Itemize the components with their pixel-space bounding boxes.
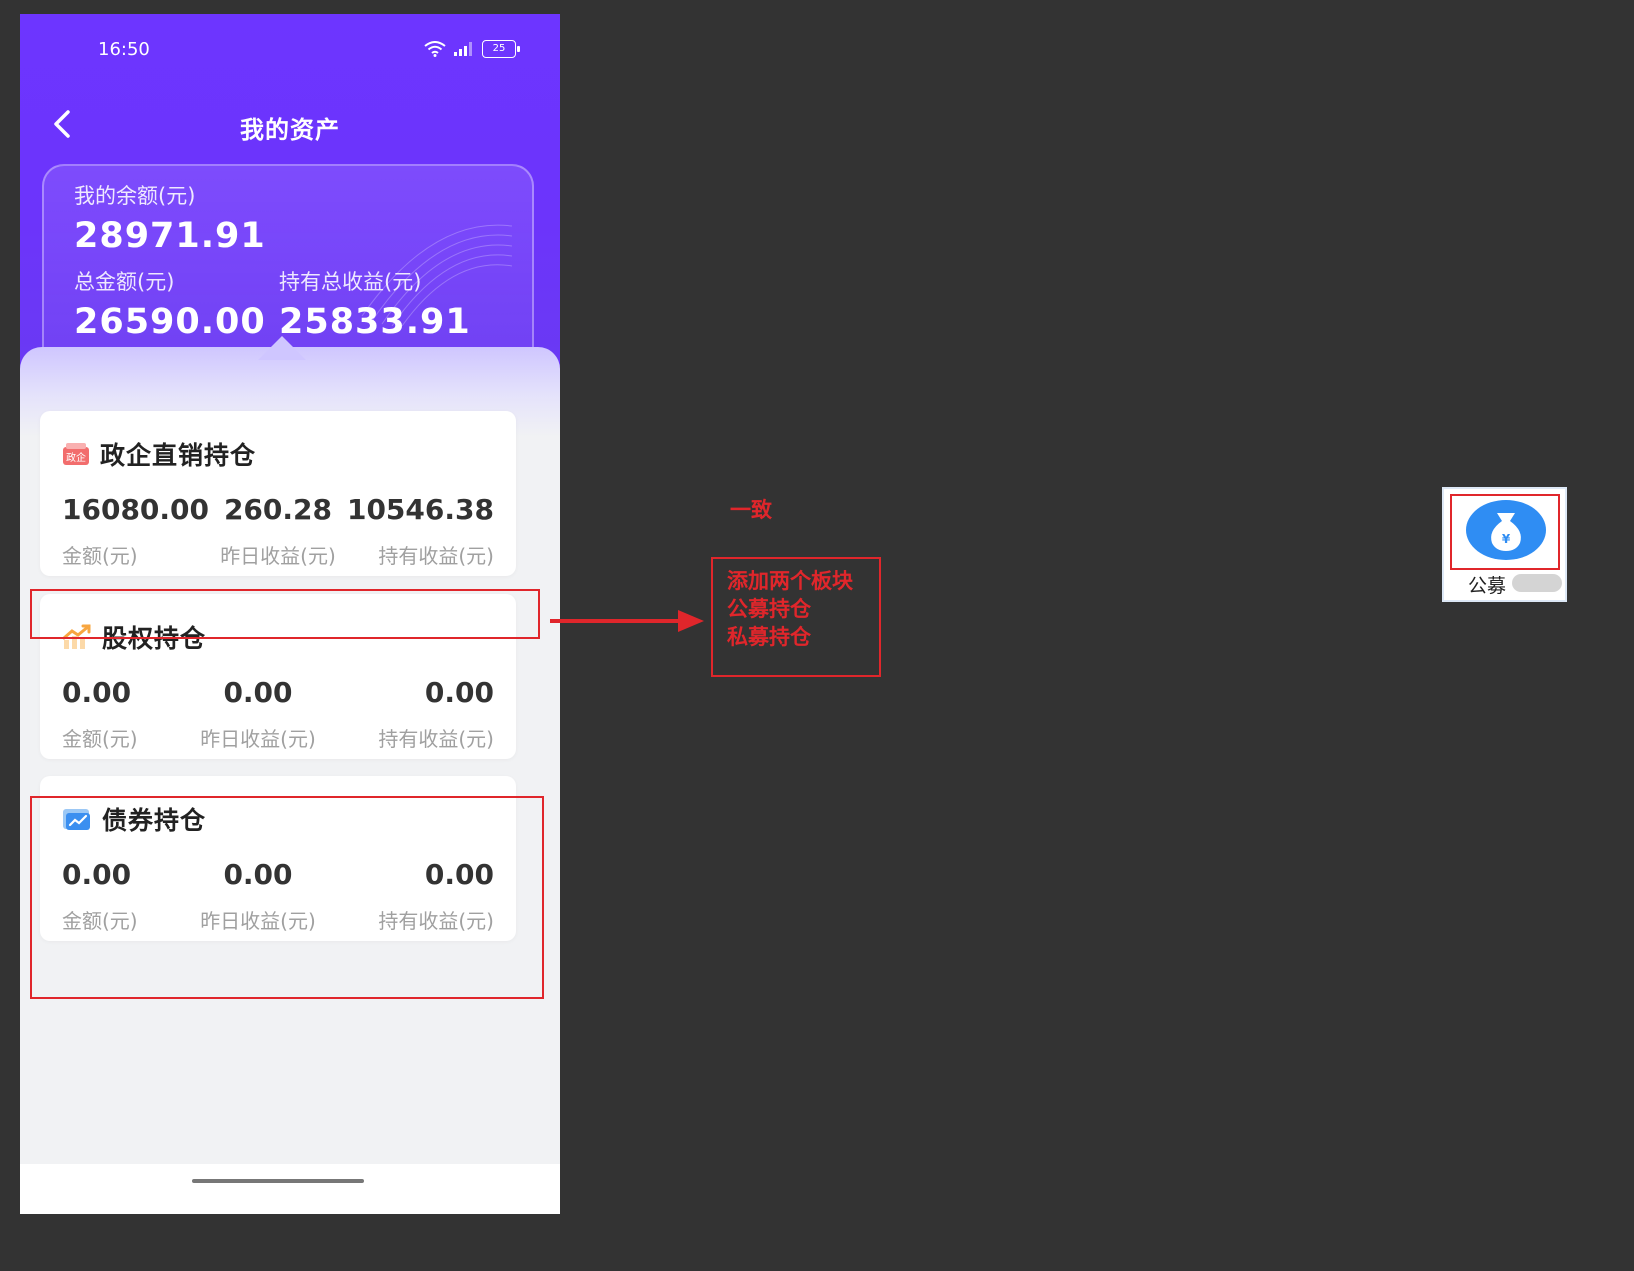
insert-position-box bbox=[30, 589, 540, 639]
my-balance-value: 28971.91 bbox=[74, 216, 266, 256]
holding-card-gov[interactable]: 政企 政企直销持仓 16080.00 金额(元) 260.28 昨日收益(元) … bbox=[40, 411, 516, 576]
page-title: 我的资产 bbox=[240, 116, 340, 144]
public-fund-entry[interactable]: ¥ 公募 bbox=[1442, 487, 1567, 602]
amount-label: 金额(元) bbox=[62, 727, 138, 751]
card-values: 16080.00 金额(元) 260.28 昨日收益(元) 10546.38 持… bbox=[62, 493, 494, 569]
status-bar: 16:50 25 bbox=[20, 14, 560, 86]
yesterday-label: 昨日收益(元) bbox=[200, 727, 316, 751]
yesterday-col: 0.00 昨日收益(元) bbox=[200, 676, 316, 752]
wifi-icon bbox=[424, 41, 446, 57]
consistent-note: 一致 bbox=[730, 498, 772, 522]
blurred-text bbox=[1512, 574, 1562, 592]
add-sections-line: 添加两个板块 bbox=[727, 569, 853, 593]
yesterday-label: 昨日收益(元) bbox=[220, 544, 336, 568]
yesterday-col: 260.28 昨日收益(元) bbox=[220, 493, 336, 569]
amount-col: 16080.00 金额(元) bbox=[62, 493, 209, 569]
signal-icon bbox=[454, 42, 472, 56]
my-balance-label: 我的余额(元) bbox=[74, 184, 196, 208]
yesterday-value: 260.28 bbox=[223, 493, 333, 526]
yesterday-value: 0.00 bbox=[223, 676, 293, 709]
amount-col: 0.00 金额(元) bbox=[62, 676, 138, 752]
status-time: 16:50 bbox=[98, 39, 150, 60]
card-values: 0.00 金额(元) 0.00 昨日收益(元) 0.00 持有收益(元) bbox=[62, 676, 494, 752]
amount-value: 0.00 bbox=[62, 676, 132, 709]
amount-label: 金额(元) bbox=[62, 544, 138, 568]
amount-value: 16080.00 bbox=[62, 493, 210, 526]
total-income-value: 25833.91 bbox=[279, 302, 471, 342]
total-income-label: 持有总收益(元) bbox=[279, 270, 422, 294]
card-notch bbox=[258, 336, 306, 360]
home-indicator-area bbox=[20, 1164, 560, 1214]
svg-text:政企: 政企 bbox=[66, 451, 86, 464]
holding-value: 10546.38 bbox=[346, 493, 494, 526]
status-icons: 25 bbox=[424, 40, 520, 58]
holding-col: 10546.38 持有收益(元) bbox=[347, 493, 494, 569]
arrow-right-icon bbox=[550, 610, 704, 632]
card-title: 政企直销持仓 bbox=[100, 441, 257, 470]
public-fund-line: 公募持仓 bbox=[727, 597, 811, 621]
total-amount-label: 总金额(元) bbox=[74, 270, 175, 294]
add-sections-note-box: 添加两个板块 公募持仓 私募持仓 bbox=[711, 557, 881, 677]
nav-bar: 我的资产 bbox=[20, 98, 560, 154]
holding-col: 0.00 持有收益(元) bbox=[378, 676, 494, 752]
holding-label: 持有收益(元) bbox=[378, 727, 494, 751]
gov-enterprise-icon: 政企 bbox=[63, 443, 89, 465]
private-fund-line: 私募持仓 bbox=[727, 625, 811, 649]
holding-label: 持有收益(元) bbox=[378, 544, 494, 568]
card-header: 政企 政企直销持仓 bbox=[62, 436, 256, 472]
bond-card-highlight-box bbox=[30, 796, 544, 999]
entry-label: 公募 bbox=[1468, 575, 1507, 597]
holding-value: 0.00 bbox=[424, 676, 494, 709]
total-amount-value: 26590.00 bbox=[74, 302, 266, 342]
home-indicator[interactable] bbox=[192, 1179, 364, 1183]
battery-icon: 25 bbox=[482, 40, 520, 58]
entry-highlight-box bbox=[1450, 494, 1560, 570]
